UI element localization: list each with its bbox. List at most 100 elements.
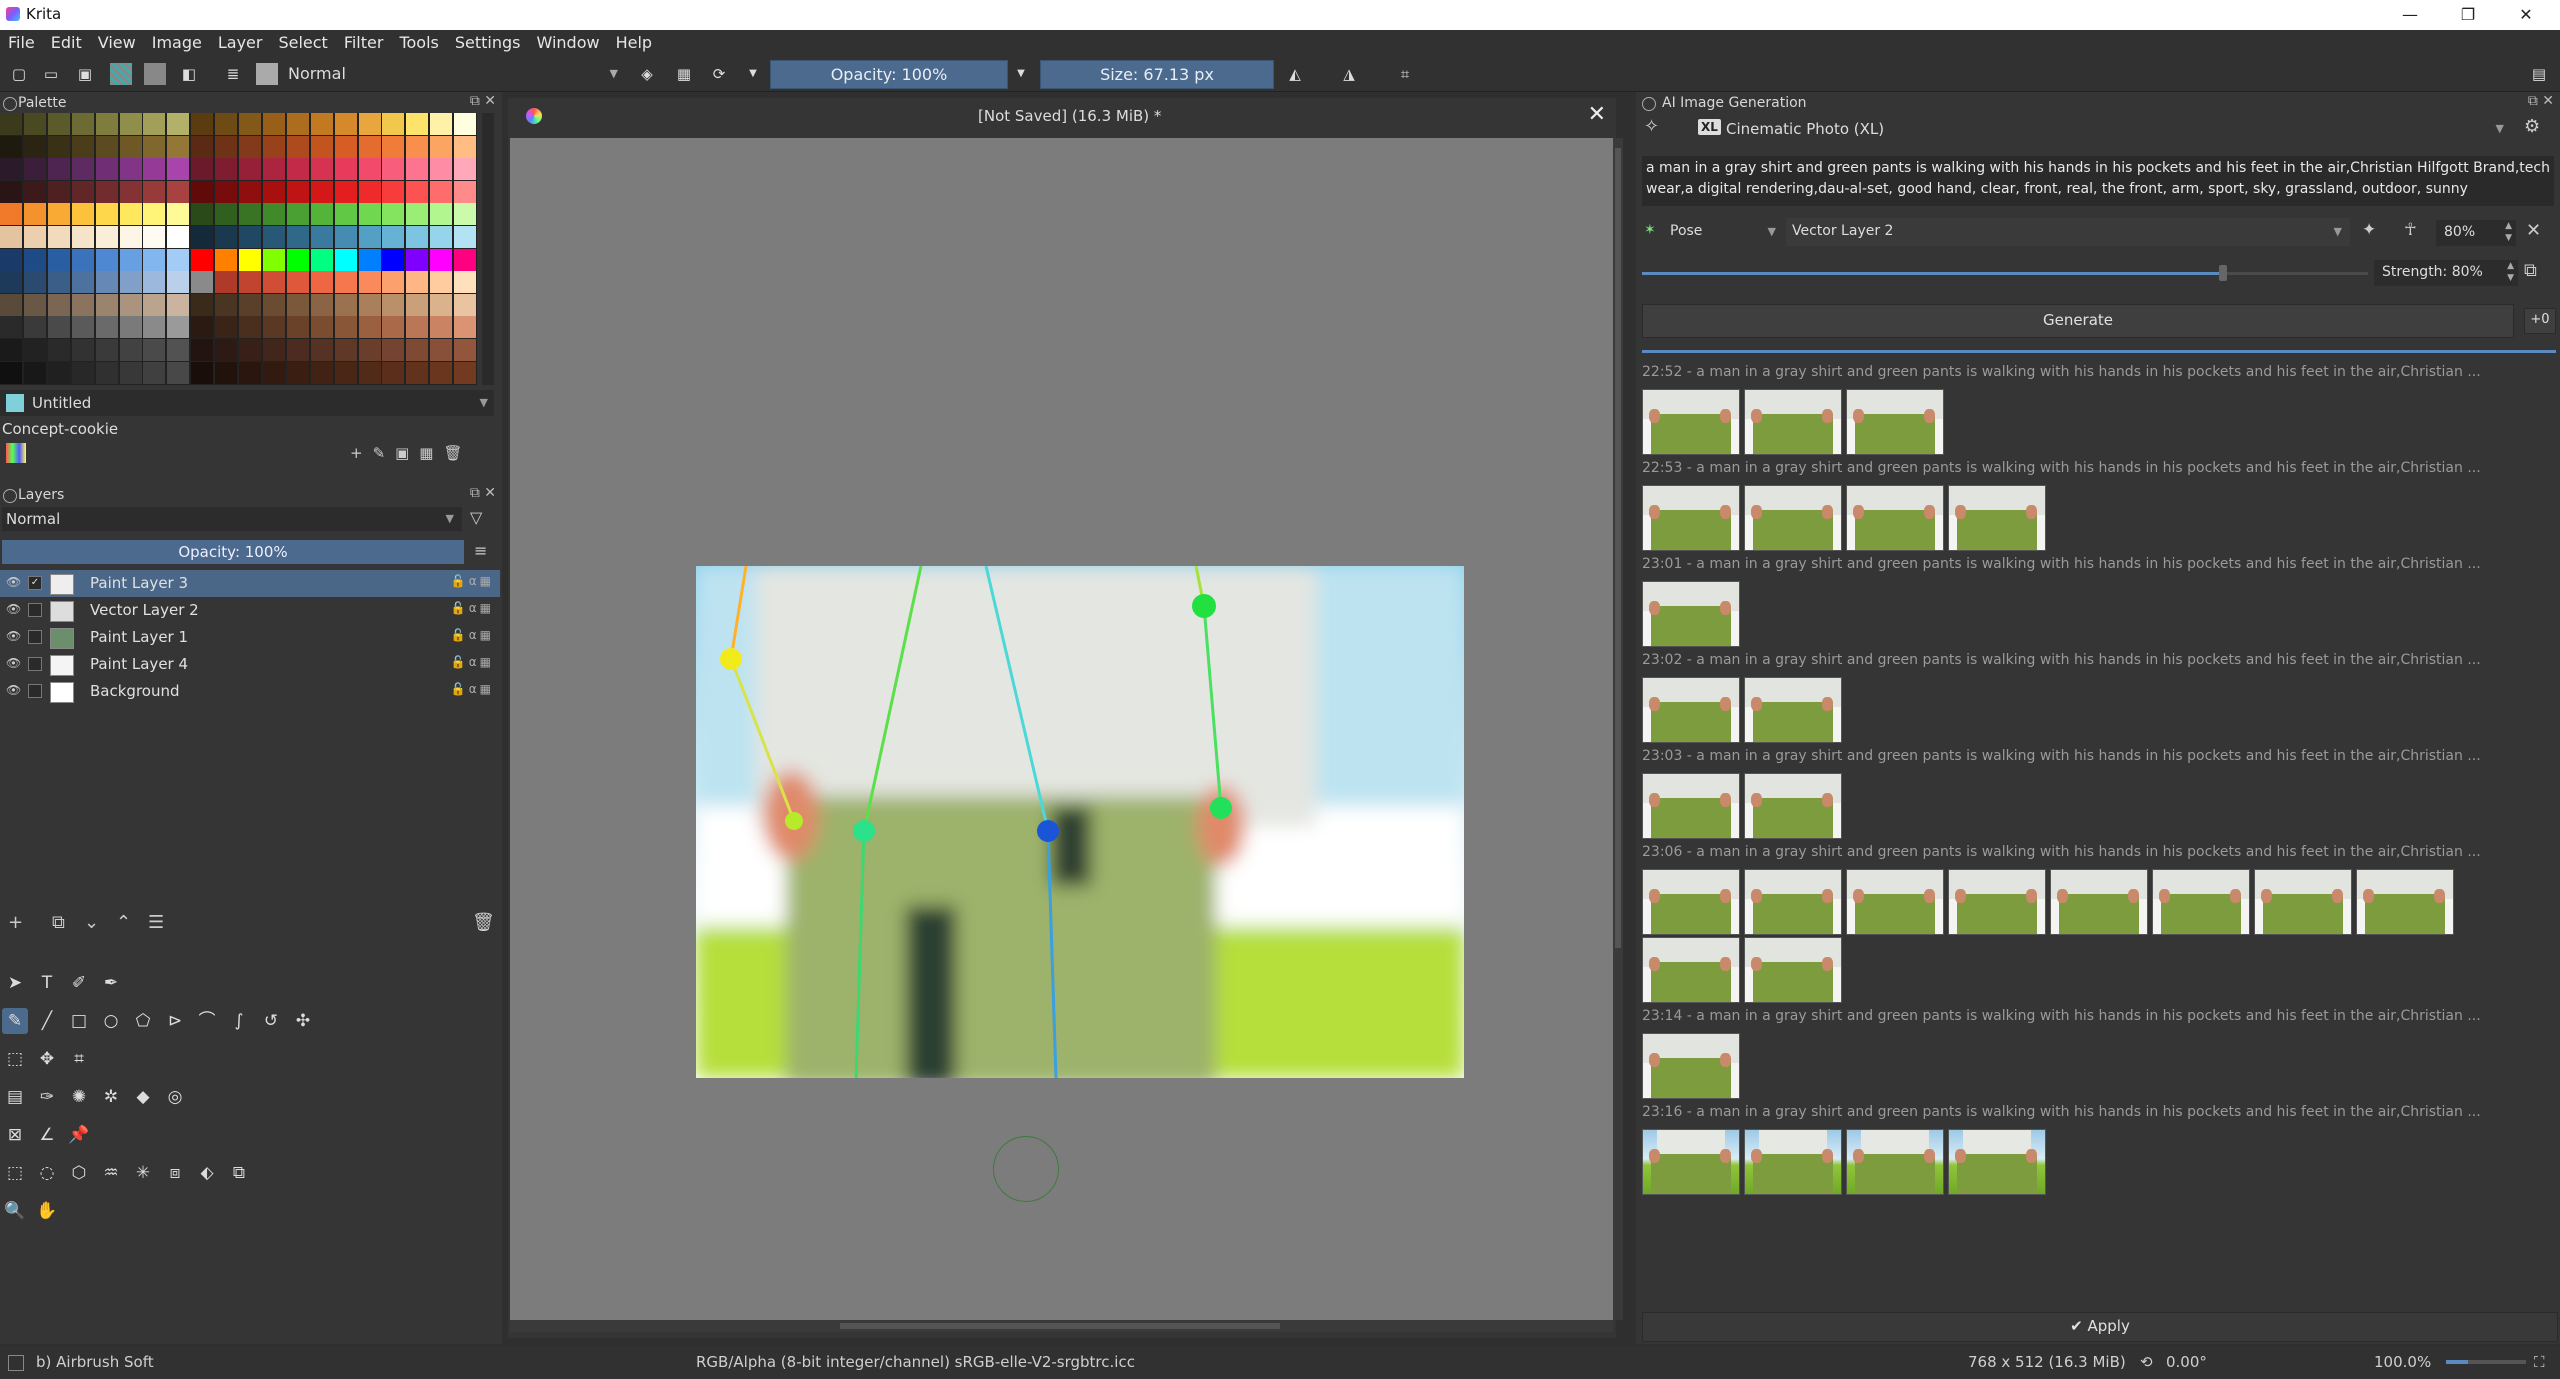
palette-swatch[interactable]	[430, 361, 453, 384]
smart-patch-icon[interactable]: ✺	[66, 1084, 92, 1110]
palette-swatch[interactable]	[23, 316, 46, 339]
layer-lock-alpha-icons[interactable]: 🔓α▦	[451, 601, 494, 615]
history-thumbnail[interactable]	[1744, 869, 1842, 935]
palette-swatch[interactable]	[167, 361, 190, 384]
measure-tool-icon[interactable]: ∠	[34, 1122, 60, 1148]
palette-swatch[interactable]	[71, 293, 94, 316]
layer-lock-alpha-icons[interactable]: 🔓α▦	[451, 682, 494, 696]
zoom-tool-icon[interactable]: 🔍	[2, 1198, 28, 1224]
palette-swatch[interactable]	[215, 203, 238, 226]
palette-swatch[interactable]	[0, 135, 22, 158]
palette-swatch[interactable]	[382, 158, 405, 181]
palette-swatch[interactable]	[71, 248, 94, 271]
palette-swatch[interactable]	[358, 158, 381, 181]
layer-row[interactable]: 👁 Vector Layer 2 🔓α▦	[0, 597, 500, 624]
palette-swatch[interactable]	[191, 248, 214, 271]
palette-swatch[interactable]	[454, 113, 477, 135]
add-pose-character-icon[interactable]: ☥	[2404, 220, 2428, 244]
palette-swatch[interactable]	[23, 293, 46, 316]
duplicate-layer-icon[interactable]: ⧉	[52, 912, 65, 933]
palette-swatch[interactable]	[95, 226, 118, 248]
palette-swatch[interactable]	[262, 248, 285, 271]
eraser-icon[interactable]: ◈	[636, 63, 658, 85]
palette-swatch[interactable]	[286, 135, 309, 158]
palette-swatch[interactable]	[358, 203, 381, 226]
palette-swatch[interactable]	[310, 158, 333, 181]
menu-view[interactable]: View	[90, 30, 144, 52]
lock-icon[interactable]	[3, 489, 17, 503]
palette-swatch[interactable]	[286, 158, 309, 181]
contiguous-select-icon[interactable]: ✳	[130, 1160, 156, 1186]
visibility-eye-icon[interactable]: 👁	[6, 629, 21, 643]
palette-swatch[interactable]	[143, 226, 166, 248]
palette-swatch[interactable]	[143, 180, 166, 203]
similar-select-icon[interactable]: ⧈	[162, 1160, 188, 1186]
palette-swatch[interactable]	[310, 248, 333, 271]
palette-swatch[interactable]	[262, 339, 285, 361]
history-thumbnail[interactable]	[2356, 869, 2454, 935]
palette-swatch[interactable]	[167, 226, 190, 248]
colorize-mask-icon[interactable]: ✲	[98, 1084, 124, 1110]
palette-swatch[interactable]	[71, 158, 94, 181]
palette-swatch[interactable]	[191, 203, 214, 226]
palette-swatch[interactable]	[71, 113, 94, 135]
palette-swatch[interactable]	[167, 113, 190, 135]
palette-swatch[interactable]	[310, 135, 333, 158]
history-thumbnail[interactable]	[1642, 581, 1740, 647]
palette-swatch[interactable]	[406, 180, 429, 203]
palette-swatch[interactable]	[215, 361, 238, 384]
menu-tools[interactable]: Tools	[391, 30, 446, 52]
history-thumbnail[interactable]	[1744, 1129, 1842, 1195]
palette-swatch[interactable]	[286, 248, 309, 271]
palette-swatch[interactable]	[454, 293, 477, 316]
palette-swatch[interactable]	[143, 203, 166, 226]
history-thumbnail[interactable]	[1642, 773, 1740, 839]
palette-swatch[interactable]	[167, 135, 190, 158]
palette-swatch[interactable]	[119, 339, 142, 361]
palette-swatch[interactable]	[310, 361, 333, 384]
palette-swatch[interactable]	[334, 271, 357, 294]
palette-swatch[interactable]	[358, 248, 381, 271]
palette-swatch[interactable]	[239, 226, 261, 248]
canvas-horizontal-scrollbar[interactable]	[510, 1320, 1613, 1332]
palette-swatch[interactable]	[191, 339, 214, 361]
palette-swatch[interactable]	[215, 180, 238, 203]
history-thumbnail[interactable]	[1642, 937, 1740, 1003]
palette-swatch[interactable]	[47, 316, 70, 339]
palette-swatch[interactable]	[95, 248, 118, 271]
palette-swatch[interactable]	[191, 180, 214, 203]
menu-edit[interactable]: Edit	[43, 30, 90, 52]
palette-swatch[interactable]	[71, 135, 94, 158]
palette-swatch[interactable]	[262, 203, 285, 226]
palette-swatch[interactable]	[71, 180, 94, 203]
palette-swatch[interactable]	[382, 316, 405, 339]
settings-gear-icon[interactable]: ⚙	[2524, 116, 2550, 142]
palette-swatch[interactable]	[119, 361, 142, 384]
palette-swatch[interactable]	[95, 135, 118, 158]
palette-swatch[interactable]	[0, 180, 22, 203]
palette-swatch[interactable]	[191, 113, 214, 135]
palette-swatch[interactable]	[143, 113, 166, 135]
layer-menu-icon[interactable]: ≡	[474, 541, 496, 563]
palette-swatch[interactable]	[47, 293, 70, 316]
history-thumbnail[interactable]	[1642, 677, 1740, 743]
palette-swatch[interactable]	[167, 293, 190, 316]
zoom-slider[interactable]	[2446, 1360, 2526, 1364]
control-layer-select[interactable]: Vector Layer 2 ▼	[1786, 218, 2350, 246]
history-thumbnail[interactable]	[2254, 869, 2352, 935]
palette-swatch[interactable]	[406, 316, 429, 339]
palette-swatch[interactable]	[95, 293, 118, 316]
palette-swatch[interactable]	[47, 339, 70, 361]
palette-swatch[interactable]	[167, 339, 190, 361]
apply-button[interactable]: ✔ Apply	[1642, 1312, 2558, 1342]
menu-window[interactable]: Window	[528, 30, 607, 52]
polygon-tool-icon[interactable]: ⬠	[130, 1008, 156, 1034]
close-document-icon[interactable]: ✕	[1588, 102, 1606, 127]
palette-swatch[interactable]	[382, 293, 405, 316]
palette-swatch[interactable]	[406, 158, 429, 181]
polygon-select-icon[interactable]: ⬡	[66, 1160, 92, 1186]
workspace-icon[interactable]: ▤	[2528, 63, 2550, 85]
reload-icon[interactable]: ⟳	[708, 63, 730, 85]
palette-swatch[interactable]	[406, 339, 429, 361]
palette-swatch[interactable]	[95, 316, 118, 339]
